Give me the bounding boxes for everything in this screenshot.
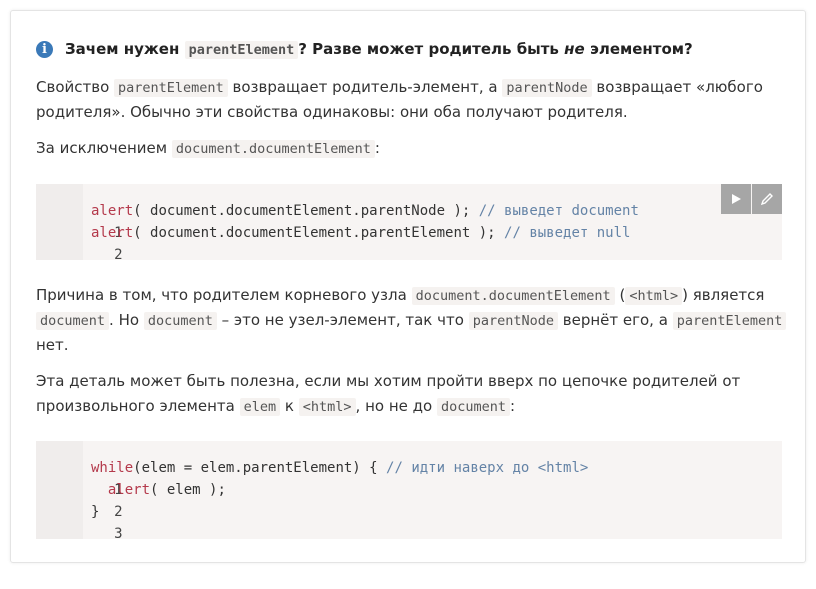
paragraph-3-line-2: document. Но document – это не узел-элем… [36, 308, 787, 334]
inline-code: document [143, 312, 217, 330]
inline-code: document [36, 312, 110, 330]
edit-button[interactable] [752, 184, 782, 214]
inline-code: document.documentElement [171, 140, 375, 158]
paragraph-1-line-1: Свойство parentElement возвращает родите… [36, 78, 763, 97]
paragraph-2: За исключением document.documentElement: [36, 139, 380, 158]
paragraph-3-line-1: Причина в том, что родителем корневого у… [36, 286, 765, 305]
card-title: Зачем нужен parentElement? Разве может р… [65, 40, 693, 59]
line-number: 2 [114, 247, 123, 263]
play-icon [732, 194, 741, 204]
code-toolbar [720, 184, 782, 214]
line-number: 3 [114, 526, 123, 542]
inline-code: document [436, 398, 510, 416]
info-icon: i [36, 41, 53, 58]
code-line: 2 alert( document.documentElement.parent… [36, 222, 630, 263]
inline-code: parentElement [114, 79, 228, 97]
inline-code: <html> [625, 287, 683, 305]
paragraph-1-line-2: родителя». Обычно эти свойства одинаковы… [36, 103, 628, 121]
inline-code: elem [239, 398, 281, 416]
paragraph-3-line-3: нет. [36, 336, 69, 354]
code-line: 3 } [36, 501, 123, 542]
info-card: i Зачем нужен parentElement? Разве может… [10, 10, 806, 563]
pencil-icon [760, 193, 773, 206]
inline-code: <html> [298, 398, 356, 416]
paragraph-4-line-2: произвольного элемента elem к <html>, но… [36, 397, 516, 416]
code-line: 1 alert( document.documentElement.parent… [36, 200, 639, 241]
code-line: 2 alert( elem ); [36, 479, 226, 520]
inline-code: parentNode [502, 79, 592, 97]
code-block-2: 1 while(elem = elem.parentElement) { // … [36, 441, 782, 542]
run-button[interactable] [721, 184, 751, 214]
inline-code: parentElement [184, 41, 299, 59]
inline-code: parentElement [672, 312, 787, 330]
paragraph-4-line-1: Эта деталь может быть полезна, если мы х… [36, 372, 741, 390]
inline-code: document.documentElement [411, 287, 615, 305]
inline-code: parentNode [468, 312, 558, 330]
code-line: 1 while(elem = elem.parentElement) { // … [36, 457, 588, 498]
code-block-1: 1 alert( document.documentElement.parent… [36, 184, 782, 263]
